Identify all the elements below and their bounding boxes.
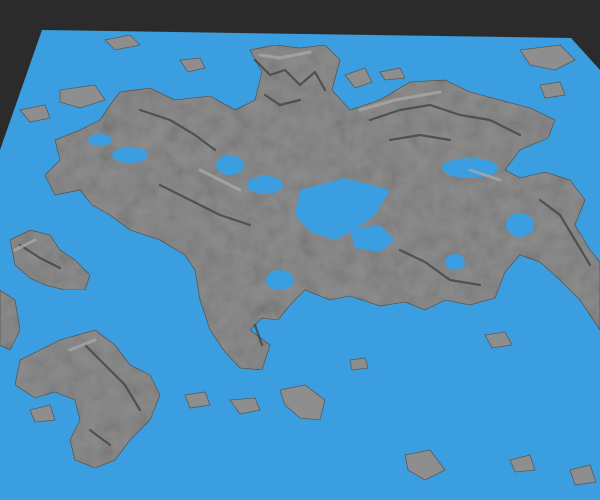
lake (247, 176, 283, 194)
lake (445, 254, 465, 270)
lake (266, 270, 294, 290)
islet (184, 391, 211, 409)
lake (506, 213, 534, 237)
lake (88, 134, 112, 146)
3d-viewport[interactable] (0, 0, 600, 500)
terrain-render (0, 30, 600, 500)
lake (216, 155, 244, 175)
islet (539, 81, 566, 99)
lake (112, 147, 148, 163)
islet (349, 357, 369, 371)
